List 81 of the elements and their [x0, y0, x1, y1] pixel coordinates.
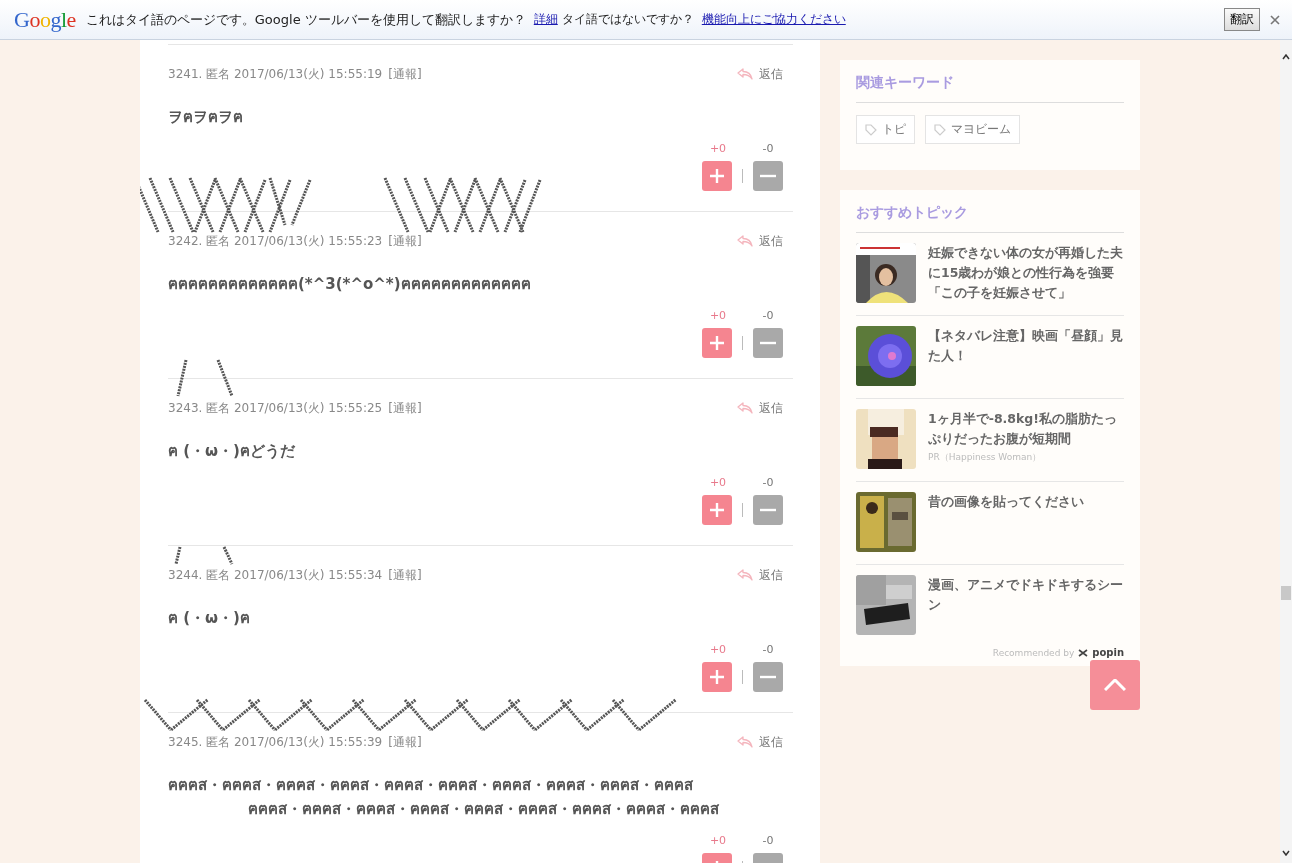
post-text-line: ヲฅヲฅヲฅ: [168, 107, 244, 128]
minus-icon: [760, 508, 776, 512]
report-link[interactable]: [通報]: [388, 65, 422, 83]
plus-button[interactable]: [702, 662, 732, 692]
post-text-line: ฅ (・ω・)ฅどうだ: [168, 441, 296, 462]
translate-prompt: これはタイ語のページです。Google ツールバーを使用して翻訳しますか？: [85, 10, 526, 29]
plus-count: +0: [708, 643, 728, 656]
post-text-line: ฅ (・ω・)ฅ: [168, 608, 251, 629]
minus-button[interactable]: [753, 495, 783, 525]
plus-icon: [710, 336, 724, 350]
not-language-text: タイ語ではないですか？: [561, 11, 694, 28]
minus-count: -0: [761, 834, 775, 847]
tag-icon: [865, 123, 877, 136]
post-meta: 3242. 匿名 2017/06/13(火) 15:55:23: [168, 232, 383, 250]
recommended-by-text: Recommended by: [992, 647, 1075, 658]
reply-link[interactable]: 返信: [737, 733, 783, 751]
report-link[interactable]: [通報]: [388, 232, 422, 250]
plus-count: +0: [708, 309, 728, 322]
plus-count: +0: [708, 142, 728, 155]
plus-button[interactable]: [702, 161, 732, 191]
scroll-thumb[interactable]: [1281, 586, 1291, 600]
report-link[interactable]: [通報]: [388, 399, 422, 417]
popin-brand: popin: [1092, 647, 1124, 658]
section-title: 関連キーワード: [856, 74, 1124, 103]
scroll-down-icon[interactable]: [1282, 850, 1290, 856]
report-link[interactable]: [通報]: [388, 733, 422, 751]
post-meta: 3244. 匿名 2017/06/13(火) 15:55:34: [168, 566, 383, 584]
minus-count: -0: [761, 309, 775, 322]
feedback-link[interactable]: 機能向上にご協力ください: [701, 11, 846, 28]
minus-button[interactable]: [753, 161, 783, 191]
post-text-line: ฅฅฅฅฅฅฅฅฅฅฅฅฅ(*^3(*^o^*)ฅฅฅฅฅฅฅฅฅฅฅฅฅ: [168, 274, 532, 295]
close-icon[interactable]: [1270, 14, 1280, 25]
topic-link[interactable]: 妊娠できない体の女が再婚した夫に15歳わが娘との性行為を強要「この子を妊娠させて」: [928, 243, 1124, 303]
minus-count: -0: [761, 142, 775, 155]
reply-arrow-icon: [737, 68, 753, 80]
section-title: おすすめトピック: [856, 204, 1124, 233]
reply-link[interactable]: 返信: [737, 399, 783, 417]
keyword-tag[interactable]: トピ: [856, 115, 915, 144]
plus-icon: [710, 503, 724, 517]
minus-button[interactable]: [753, 328, 783, 358]
chevron-up-icon: [1104, 679, 1126, 691]
minus-count: -0: [761, 476, 775, 489]
scroll-up-icon[interactable]: [1282, 54, 1290, 60]
topic-link[interactable]: 漫画、アニメでドキドキするシーン: [928, 575, 1124, 615]
reply-link[interactable]: 返信: [737, 65, 783, 83]
reply-arrow-icon: [737, 569, 753, 581]
plus-count: +0: [708, 834, 728, 847]
topic-link[interactable]: 【ネタバレ注意】映画「昼顔」見た人！: [928, 326, 1124, 366]
details-link[interactable]: 詳細: [533, 11, 558, 28]
back-to-top-button[interactable]: [1090, 660, 1140, 710]
plus-count: +0: [708, 476, 728, 489]
reply-arrow-icon: [737, 402, 753, 414]
topic-link[interactable]: 1ヶ月半で-8.8kg!私の脂肪たっぷりだったお腹が短期間: [928, 409, 1124, 449]
report-link[interactable]: [通報]: [388, 566, 422, 584]
google-logo: Google: [14, 6, 76, 33]
tag-icon: [934, 123, 946, 136]
post-meta: 3243. 匿名 2017/06/13(火) 15:55:25: [168, 399, 383, 417]
post-meta: 3245. 匿名 2017/06/13(火) 15:55:39: [168, 733, 383, 751]
keyword-tag[interactable]: マヨビーム: [925, 115, 1020, 144]
minus-icon: [760, 675, 776, 679]
minus-icon: [760, 341, 776, 345]
plus-button[interactable]: [702, 495, 732, 525]
reply-arrow-icon: [737, 736, 753, 748]
plus-button[interactable]: [702, 328, 732, 358]
stacked-marks-drawing: [176, 359, 234, 397]
reply-arrow-icon: [737, 235, 753, 247]
post-text-line: ฅฅฅส・ฅฅฅส・ฅฅฅส・ฅฅฅส・ฅฅฅส・ฅฅฅส・ฅฅฅส・ฅฅฅส・ฅฅฅส: [247, 799, 720, 820]
reply-link[interactable]: 返信: [737, 232, 783, 250]
reply-link[interactable]: 返信: [737, 566, 783, 584]
minus-count: -0: [761, 643, 775, 656]
stacked-marks-drawing: [174, 546, 234, 565]
post-meta: 3241. 匿名 2017/06/13(火) 15:55:19: [168, 65, 383, 83]
popin-logo-icon: [1078, 648, 1089, 657]
translate-button[interactable]: 翻訳: [1224, 8, 1260, 31]
minus-icon: [760, 174, 776, 178]
post-text-line: ฅฅฅส・ฅฅฅส・ฅฅฅส・ฅฅฅส・ฅฅฅส・ฅฅฅส・ฅฅฅส・ฅฅฅส・ฅฅฅส・ฅฅฅส: [168, 775, 694, 796]
minus-button[interactable]: [753, 662, 783, 692]
topic-link[interactable]: 昔の画像を貼ってください: [928, 492, 1084, 512]
plus-icon: [710, 169, 724, 183]
sponsor-label: PR（Happiness Woman）: [928, 451, 1043, 464]
plus-icon: [710, 670, 724, 684]
